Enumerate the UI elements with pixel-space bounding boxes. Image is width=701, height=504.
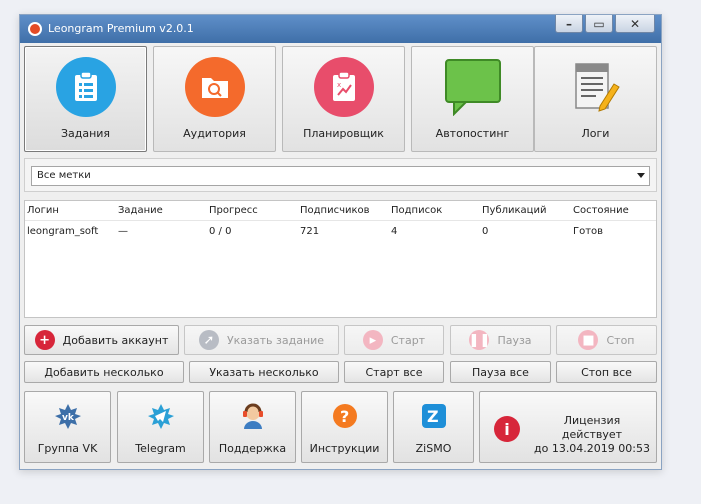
cell-posts: 0 — [482, 226, 489, 237]
folder-search-icon — [185, 57, 245, 117]
set-task-label: Указать задание — [226, 333, 325, 347]
stop-icon: ■ — [578, 330, 599, 350]
license-line-2: до 13.04.2019 00:53 — [533, 442, 650, 455]
header-divider — [25, 220, 656, 221]
module-label: Логи — [581, 127, 610, 140]
column-header[interactable]: Подписчиков — [300, 205, 370, 216]
telegram-label: Telegram — [135, 442, 186, 455]
module-label: Аудитория — [183, 127, 246, 140]
telegram-button[interactable]: Telegram — [117, 391, 204, 463]
stop-all-button[interactable]: Стоп все — [556, 361, 657, 383]
license-text: Лицензия действует до 13.04.2019 00:53 — [532, 414, 652, 456]
set-multiple-button[interactable]: Указать несколько — [189, 361, 339, 383]
pause-icon: ❚❚ — [469, 330, 490, 350]
column-header[interactable]: Логин — [27, 205, 59, 216]
tags-filter-value: Все метки — [37, 170, 91, 181]
tags-filter-select[interactable]: Все метки — [31, 166, 650, 186]
window-title: Leongram Premium v2.0.1 — [48, 22, 194, 35]
add-account-label: Добавить аккаунт — [62, 333, 169, 347]
module-label: Автопостинг — [435, 127, 510, 140]
info-alert-icon: i — [494, 416, 520, 442]
module-autoposting-button[interactable]: Автопостинг — [411, 46, 534, 152]
instructions-button[interactable]: ? Инструкции — [301, 391, 388, 463]
cell-progress: 0 / 0 — [209, 226, 232, 237]
plus-icon: + — [34, 330, 55, 350]
zismo-button[interactable]: Z ZiSMO — [393, 391, 474, 463]
support-label: Поддержка — [218, 442, 287, 455]
filter-bar: Все метки — [24, 158, 657, 192]
add-multiple-button[interactable]: Добавить несколько — [24, 361, 184, 383]
app-logo-icon — [28, 22, 42, 36]
start-button[interactable]: ▸ Старт — [344, 325, 444, 355]
help-question-icon: ? — [331, 402, 359, 430]
zismo-icon: Z — [420, 402, 448, 430]
support-agent-icon — [239, 402, 267, 430]
app-window: Leongram Premium v2.0.1 – ▭ ✕ Задания Ау… — [19, 14, 662, 470]
title-bar[interactable]: Leongram Premium v2.0.1 – ▭ ✕ — [20, 15, 661, 43]
column-header[interactable]: Задание — [118, 205, 163, 216]
start-label: Старт — [390, 333, 426, 347]
license-status[interactable]: i Лицензия действует до 13.04.2019 00:53 — [479, 391, 657, 463]
telegram-icon — [147, 402, 175, 430]
column-header[interactable]: Публикаций — [482, 205, 546, 216]
cell-followers: 721 — [300, 226, 320, 237]
vk-icon: vk — [54, 402, 82, 430]
play-icon: ▸ — [362, 330, 383, 350]
cell-task: — — [118, 226, 128, 237]
log-document-icon — [566, 57, 626, 117]
set-task-button[interactable]: ➚ Указать задание — [184, 325, 339, 355]
stop-button[interactable]: ■ Стоп — [556, 325, 657, 355]
module-logs-button[interactable]: Логи — [534, 46, 657, 152]
speech-bubble-icon — [443, 57, 503, 117]
svg-text:vk: vk — [62, 413, 75, 423]
support-button[interactable]: Поддержка — [209, 391, 296, 463]
module-label: Задания — [60, 127, 111, 140]
accounts-table: Логин Задание Прогресс Подписчиков Подпи… — [24, 200, 657, 318]
table-row[interactable]: leongram_soft — 0 / 0 721 4 0 Готов — [25, 222, 656, 242]
stop-label: Стоп — [606, 333, 635, 347]
zismo-label: ZiSMO — [415, 442, 452, 455]
module-tasks-button[interactable]: Задания — [24, 46, 147, 152]
cell-status: Готов — [573, 226, 604, 237]
cell-following: 4 — [391, 226, 398, 237]
close-button[interactable]: ✕ — [615, 15, 655, 33]
instructions-label: Инструкции — [309, 442, 380, 455]
cell-login: leongram_soft — [27, 226, 99, 237]
rocket-icon: ➚ — [198, 330, 219, 350]
vk-group-button[interactable]: vk Группа VK — [24, 391, 111, 463]
module-label: Планировщик — [303, 127, 384, 140]
clipboard-plan-icon: x — [314, 57, 374, 117]
pause-label: Пауза — [497, 333, 532, 347]
column-header[interactable]: Подписок — [391, 205, 442, 216]
svg-text:?: ? — [340, 407, 349, 426]
clipboard-list-icon — [56, 57, 116, 117]
start-all-button[interactable]: Старт все — [344, 361, 444, 383]
license-line-1: Лицензия действует — [561, 414, 623, 441]
dropdown-arrow-icon — [637, 173, 645, 178]
module-audience-button[interactable]: Аудитория — [153, 46, 276, 152]
window-controls: – ▭ ✕ — [555, 15, 655, 35]
pause-all-button[interactable]: Пауза все — [450, 361, 551, 383]
svg-text:Z: Z — [427, 407, 439, 426]
module-scheduler-button[interactable]: x Планировщик — [282, 46, 405, 152]
column-header[interactable]: Состояние — [573, 205, 629, 216]
minimize-button[interactable]: – — [555, 15, 583, 33]
svg-text:x: x — [337, 81, 341, 89]
add-account-button[interactable]: + Добавить аккаунт — [24, 325, 179, 355]
maximize-button[interactable]: ▭ — [585, 15, 613, 33]
pause-button[interactable]: ❚❚ Пауза — [450, 325, 551, 355]
vk-group-label: Группа VK — [37, 442, 98, 455]
table-header: Логин Задание Прогресс Подписчиков Подпи… — [25, 201, 656, 221]
column-header[interactable]: Прогресс — [209, 205, 258, 216]
